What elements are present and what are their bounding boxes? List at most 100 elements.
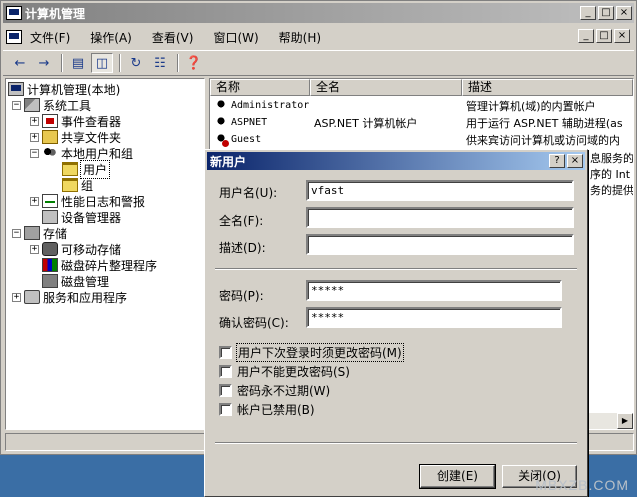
toolbar: ← → ▤ ◫ ↻ ☷ ❓ [3, 50, 634, 76]
mdi-close-button[interactable]: × [614, 29, 630, 43]
users-icon [42, 146, 58, 160]
tree-label: 设备管理器 [61, 210, 122, 225]
list-text-fragment: 序的 Int [590, 167, 631, 181]
description-label: 描述(D): [219, 241, 266, 255]
cannot-change-password-checkbox[interactable]: 用户不能更改密码(S) [219, 363, 350, 380]
column-header-fullname[interactable]: 全名 [310, 79, 462, 96]
confirm-password-field[interactable]: ***** [306, 307, 562, 328]
tree-label: 性能日志和警报 [61, 194, 146, 209]
tree-node-removable-storage[interactable]: + 可移动存储 [30, 241, 121, 257]
defrag-icon [42, 258, 58, 272]
tree-node-users[interactable]: 用户 [62, 159, 111, 179]
help-button[interactable]: ? [549, 154, 565, 168]
dialog-close-button[interactable]: × [567, 154, 583, 168]
tree-label: 本地用户和组 [61, 146, 134, 161]
column-header-description[interactable]: 描述 [462, 79, 633, 96]
user-description: 用于运行 ASP.NET 辅助进程(as [466, 116, 623, 130]
export-list-icon[interactable]: ☷ [149, 53, 171, 73]
tree-node-local-users-groups[interactable]: − 本地用户和组 [30, 145, 133, 161]
tree-label: 磁盘碎片整理程序 [61, 258, 158, 273]
folder-icon [62, 178, 78, 192]
computer-management-icon [6, 6, 22, 20]
username-field[interactable]: vfast [306, 180, 574, 201]
list-text-fragment: 息服务的 [590, 151, 634, 165]
tree-node-disk-management[interactable]: 磁盘管理 [42, 273, 109, 289]
tree-node-storage[interactable]: − 存储 [12, 225, 67, 241]
tree-node-device-manager[interactable]: 设备管理器 [42, 209, 121, 225]
scroll-right-arrow-icon[interactable]: ▶ [617, 413, 633, 429]
help-icon[interactable]: ❓ [183, 53, 205, 73]
expand-icon[interactable]: + [30, 132, 39, 142]
collapse-icon[interactable]: − [30, 148, 39, 158]
mdi-restore-button[interactable]: □ [596, 29, 612, 43]
user-icon [213, 98, 229, 113]
checkbox-box[interactable] [219, 365, 232, 378]
column-header-name[interactable]: 名称 [210, 79, 310, 96]
table-row[interactable]: Guest 供来宾访问计算机或访问域的内 [210, 131, 620, 148]
checkbox-box[interactable] [219, 403, 232, 416]
expand-icon[interactable]: + [12, 292, 21, 302]
user-icon [213, 115, 229, 130]
folder-open-icon [62, 162, 78, 176]
up-one-level-icon[interactable]: ▤ [67, 53, 89, 73]
menu-action[interactable]: 操作(A) [90, 29, 132, 46]
fullname-field[interactable] [306, 207, 574, 228]
expand-icon[interactable]: + [30, 196, 39, 206]
menu-file[interactable]: 文件(F) [30, 29, 70, 46]
tree-node-shared-folders[interactable]: + 共享文件夹 [30, 129, 121, 145]
password-label: 密码(P): [219, 289, 264, 303]
password-never-expires-checkbox[interactable]: 密码永不过期(W) [219, 382, 330, 399]
mdi-minimize-button[interactable]: _ [578, 29, 594, 43]
tree-node-event-viewer[interactable]: + 事件查看器 [30, 113, 121, 129]
collapse-icon[interactable]: − [12, 228, 21, 238]
close-button[interactable]: × [616, 6, 632, 20]
expand-icon[interactable]: + [30, 244, 39, 254]
expand-icon[interactable]: + [30, 116, 39, 126]
checkbox-box[interactable] [219, 384, 232, 397]
menu-window[interactable]: 窗口(W) [213, 29, 258, 46]
storage-icon [24, 226, 40, 240]
account-disabled-checkbox[interactable]: 帐户已禁用(B) [219, 401, 315, 418]
show-hide-tree-icon[interactable]: ◫ [91, 53, 113, 73]
title-bar[interactable]: 计算机管理 _ □ × [3, 3, 634, 23]
checkbox-box[interactable] [219, 346, 232, 359]
tree-label: 磁盘管理 [61, 274, 110, 289]
checkbox-label: 用户不能更改密码(S) [237, 365, 350, 379]
refresh-icon[interactable]: ↻ [125, 53, 147, 73]
dialog-title-bar[interactable]: 新用户 ? × [207, 152, 585, 170]
minimize-button[interactable]: _ [580, 6, 596, 20]
description-field[interactable] [306, 234, 574, 255]
tree-node-root[interactable]: 计算机管理(本地) [8, 81, 120, 97]
forward-arrow-icon[interactable]: → [33, 53, 55, 73]
collapse-icon[interactable]: − [12, 100, 21, 110]
tree-node-defrag[interactable]: 磁盘碎片整理程序 [42, 257, 157, 273]
menu-view[interactable]: 查看(V) [152, 29, 194, 46]
back-arrow-icon[interactable]: ← [9, 53, 31, 73]
tree-label: 组 [81, 178, 94, 193]
user-fullname: ASP.NET 计算机帐户 [314, 116, 418, 130]
tree-node-groups[interactable]: 组 [62, 177, 93, 193]
device-manager-icon [42, 210, 58, 224]
mmc-document-icon[interactable] [6, 30, 22, 44]
tree-node-services-apps[interactable]: + 服务和应用程序 [12, 289, 127, 305]
console-tree[interactable]: 计算机管理(本地) − 系统工具 + 事件查看器 + 共享文件夹 − 本地用户和… [5, 78, 205, 430]
menu-bar: 文件(F) 操作(A) 查看(V) 窗口(W) 帮助(H) _ □ × [3, 26, 634, 48]
tree-node-perf-logs[interactable]: + 性能日志和警报 [30, 193, 145, 209]
disk-management-icon [42, 274, 58, 288]
dialog-separator [215, 268, 577, 270]
tools-icon [24, 98, 40, 112]
must-change-password-checkbox[interactable]: 用户下次登录时须更改密码(M) [219, 343, 404, 362]
event-viewer-icon [42, 114, 58, 128]
user-name: Guest [231, 134, 262, 145]
tree-label: 事件查看器 [61, 114, 122, 129]
maximize-button[interactable]: □ [598, 6, 614, 20]
menu-help[interactable]: 帮助(H) [279, 29, 321, 46]
table-row[interactable]: ASPNET ASP.NET 计算机帐户 用于运行 ASP.NET 辅助进程(a… [210, 114, 623, 131]
tree-node-system-tools[interactable]: − 系统工具 [12, 97, 91, 113]
user-name: Administrator [231, 100, 310, 111]
create-button[interactable]: 创建(E) [419, 464, 496, 489]
password-field[interactable]: ***** [306, 280, 562, 301]
table-row[interactable]: Administrator 管理计算机(域)的内置帐户 [210, 97, 596, 114]
user-description: 管理计算机(域)的内置帐户 [466, 99, 596, 113]
confirm-password-label: 确认密码(C): [219, 316, 289, 330]
